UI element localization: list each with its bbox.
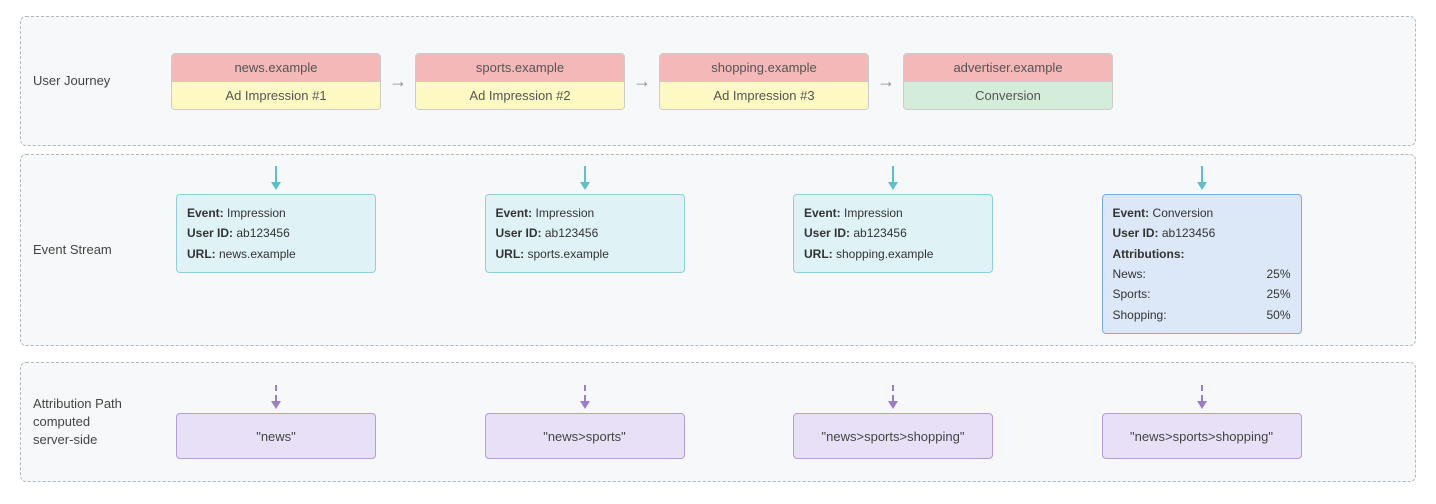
arrow-head-1: [580, 182, 590, 190]
event-0-line-2: URL: news.example: [187, 244, 365, 264]
event-2-line-1: User ID: ab123456: [804, 223, 982, 243]
attr-path-wrapper-3: "news>sports>shopping": [1097, 385, 1307, 459]
event-3-attr-sports: Sports: 25%: [1113, 284, 1291, 304]
solid-arrow-0: [271, 166, 281, 190]
event-card-wrapper-2: Event: Impression User ID: ab123456 URL:…: [788, 166, 998, 273]
attr-sports-value: 25%: [1266, 284, 1290, 304]
attr-shopping-value: 50%: [1266, 305, 1290, 325]
event-card-3: Event: Conversion User ID: ab123456 Attr…: [1102, 194, 1302, 334]
event-stream-label: Event Stream: [21, 155, 161, 345]
solid-arrow-2: [888, 166, 898, 190]
journey-card-2: shopping.example Ad Impression #3: [659, 53, 869, 110]
attr-path-wrapper-1: "news>sports": [480, 385, 690, 459]
arrow-head-3: [1197, 182, 1207, 190]
dashed-line-1: [584, 385, 586, 401]
attr-shopping-label: Shopping:: [1113, 305, 1167, 325]
user-journey-content: news.example Ad Impression #1 → sports.e…: [161, 17, 1415, 145]
journey-arrow-2: →: [869, 71, 903, 92]
journey-card-1-bottom: Ad Impression #2: [416, 82, 624, 109]
journey-card-2-top: shopping.example: [660, 54, 868, 82]
user-journey-label: User Journey: [21, 17, 161, 145]
arrow-line-1: [584, 166, 586, 182]
event-1-line-0: Event: Impression: [496, 203, 674, 223]
attr-path-wrapper-0: "news": [171, 385, 381, 459]
event-1-line-1: User ID: ab123456: [496, 223, 674, 243]
journey-card-3-top: advertiser.example: [904, 54, 1112, 82]
attribution-path-content: "news" "news>sports": [161, 363, 1415, 481]
arrow-line-2: [892, 166, 894, 182]
attr-path-card-2: "news>sports>shopping": [793, 413, 993, 459]
dashed-head-3: [1197, 401, 1207, 409]
solid-arrow-1: [580, 166, 590, 190]
attr-path-card-0: "news": [176, 413, 376, 459]
event-3-attr-news: News: 25%: [1113, 264, 1291, 284]
dashed-head-1: [580, 401, 590, 409]
attr-path-items: "news" "news>sports": [171, 385, 1405, 459]
journey-arrow-1: →: [625, 71, 659, 92]
journey-card-2-bottom: Ad Impression #3: [660, 82, 868, 109]
attr-path-card-3: "news>sports>shopping": [1102, 413, 1302, 459]
event-cards: Event: Impression User ID: ab123456 URL:…: [171, 166, 1405, 334]
attribution-path-label: Attribution Path computed server-side: [21, 363, 161, 481]
event-3-attr-shopping: Shopping: 50%: [1113, 305, 1291, 325]
event-2-line-0: Event: Impression: [804, 203, 982, 223]
dashed-line-0: [275, 385, 277, 401]
dashed-arrow-3: [1197, 385, 1207, 409]
event-stream-row: Event Stream Event: Impression User ID: …: [20, 154, 1416, 346]
journey-arrow-0: →: [381, 71, 415, 92]
journey-items: news.example Ad Impression #1 → sports.e…: [171, 53, 1405, 110]
journey-card-3: advertiser.example Conversion: [903, 53, 1113, 110]
dashed-arrow-0: [271, 385, 281, 409]
journey-card-3-bottom: Conversion: [904, 82, 1112, 109]
event-0-line-1: User ID: ab123456: [187, 223, 365, 243]
event-card-wrapper-3: Event: Conversion User ID: ab123456 Attr…: [1097, 166, 1307, 334]
event-card-1: Event: Impression User ID: ab123456 URL:…: [485, 194, 685, 273]
journey-card-1: sports.example Ad Impression #2: [415, 53, 625, 110]
event-3-line-0: Event: Conversion: [1113, 203, 1291, 223]
arrow-head-0: [271, 182, 281, 190]
arrow-head-2: [888, 182, 898, 190]
dashed-arrow-1: [580, 385, 590, 409]
user-journey-row: User Journey news.example Ad Impression …: [20, 16, 1416, 146]
journey-card-0-top: news.example: [172, 54, 380, 82]
dashed-arrow-2: [888, 385, 898, 409]
arrow-line-0: [275, 166, 277, 182]
event-1-line-2: URL: sports.example: [496, 244, 674, 264]
event-2-line-2: URL: shopping.example: [804, 244, 982, 264]
arrow-line-3: [1201, 166, 1203, 182]
event-card-wrapper-0: Event: Impression User ID: ab123456 URL:…: [171, 166, 381, 273]
event-card-0: Event: Impression User ID: ab123456 URL:…: [176, 194, 376, 273]
event-3-line-2: Attributions:: [1113, 244, 1291, 264]
diagram: User Journey news.example Ad Impression …: [0, 0, 1436, 504]
solid-arrow-3: [1197, 166, 1207, 190]
event-card-wrapper-1: Event: Impression User ID: ab123456 URL:…: [480, 166, 690, 273]
event-card-2: Event: Impression User ID: ab123456 URL:…: [793, 194, 993, 273]
journey-card-0-bottom: Ad Impression #1: [172, 82, 380, 109]
attribution-path-row: Attribution Path computed server-side "n…: [20, 362, 1416, 482]
event-stream-content: Event: Impression User ID: ab123456 URL:…: [161, 155, 1415, 345]
event-0-line-0: Event: Impression: [187, 203, 365, 223]
journey-card-0: news.example Ad Impression #1: [171, 53, 381, 110]
attr-news-value: 25%: [1266, 264, 1290, 284]
attr-path-wrapper-2: "news>sports>shopping": [788, 385, 998, 459]
dashed-line-3: [1201, 385, 1203, 401]
attr-path-card-1: "news>sports": [485, 413, 685, 459]
attr-sports-label: Sports:: [1113, 284, 1151, 304]
attr-news-label: News:: [1113, 264, 1146, 284]
dashed-line-2: [892, 385, 894, 401]
dashed-head-0: [271, 401, 281, 409]
event-3-line-1: User ID: ab123456: [1113, 223, 1291, 243]
journey-card-1-top: sports.example: [416, 54, 624, 82]
dashed-head-2: [888, 401, 898, 409]
